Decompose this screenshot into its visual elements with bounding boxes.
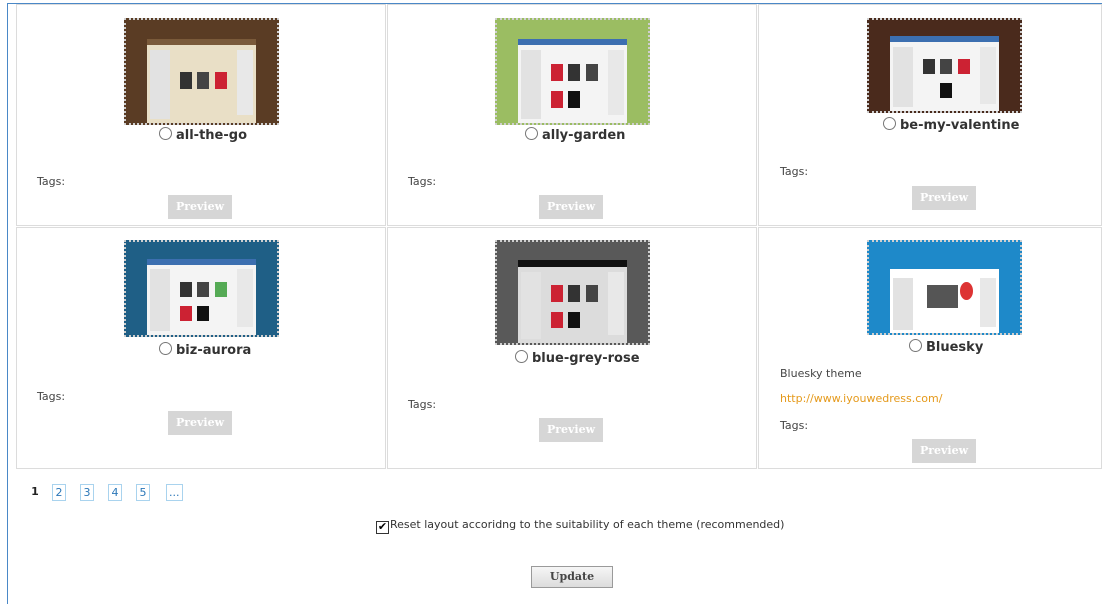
theme-name: biz-aurora (176, 343, 252, 358)
preview-button[interactable]: Preview (912, 186, 976, 210)
theme-name: ally-garden (542, 128, 626, 143)
page-3-link[interactable]: 3 (80, 484, 94, 501)
theme-card: be-my-valentine Tags: Preview (758, 4, 1102, 226)
theme-radio[interactable] (883, 117, 896, 130)
theme-thumbnail[interactable] (495, 18, 650, 125)
theme-card: all-the-go Tags: Preview (16, 4, 386, 226)
theme-name: be-my-valentine (900, 118, 1020, 133)
theme-thumbnail[interactable] (867, 240, 1022, 335)
preview-button[interactable]: Preview (539, 195, 603, 219)
preview-button[interactable]: Preview (912, 439, 976, 463)
theme-card: ally-garden Tags: Preview (387, 4, 757, 226)
theme-description: Bluesky theme (780, 367, 862, 380)
theme-option[interactable]: all-the-go (159, 127, 247, 143)
theme-option[interactable]: be-my-valentine (883, 117, 1019, 133)
theme-name: all-the-go (176, 128, 247, 143)
tags-label: Tags: (780, 419, 809, 432)
preview-button[interactable]: Preview (539, 418, 603, 442)
tags-label: Tags: (408, 398, 437, 411)
page-2-link[interactable]: 2 (52, 484, 66, 501)
page-more-link[interactable]: ... (166, 484, 183, 501)
preview-button[interactable]: Preview (168, 195, 232, 219)
theme-option[interactable]: Bluesky (909, 339, 983, 355)
theme-radio[interactable] (515, 350, 528, 363)
tags-label: Tags: (37, 175, 66, 188)
tags-label: Tags: (37, 390, 66, 403)
reset-layout-label: Reset layout accoridng to the suitabilit… (390, 518, 785, 531)
theme-radio[interactable] (909, 339, 922, 352)
theme-radio[interactable] (525, 127, 538, 140)
tags-label: Tags: (408, 175, 437, 188)
theme-thumbnail[interactable] (495, 240, 650, 345)
theme-thumbnail[interactable] (124, 240, 279, 337)
theme-card: biz-aurora Tags: Preview (16, 227, 386, 469)
theme-option[interactable]: biz-aurora (159, 342, 251, 358)
reset-layout-checkbox[interactable]: ✔ (376, 521, 389, 534)
theme-name: blue-grey-rose (532, 351, 640, 366)
page-4-link[interactable]: 4 (108, 484, 122, 501)
theme-name: Bluesky (926, 340, 984, 355)
theme-radio[interactable] (159, 342, 172, 355)
theme-option[interactable]: ally-garden (525, 127, 625, 143)
theme-url-link[interactable]: http://www.iyouwedress.com/ (780, 392, 942, 405)
theme-card: blue-grey-rose Tags: Preview (387, 227, 757, 469)
theme-thumbnail[interactable] (867, 18, 1022, 113)
page-5-link[interactable]: 5 (136, 484, 150, 501)
page-1-current: 1 (31, 485, 39, 498)
theme-option[interactable]: blue-grey-rose (515, 350, 640, 366)
preview-button[interactable]: Preview (168, 411, 232, 435)
theme-card: Bluesky Bluesky theme http://www.iyouwed… (758, 227, 1102, 469)
reset-layout-option: ✔ Reset layout accoridng to the suitabili… (376, 518, 784, 534)
tags-label: Tags: (780, 165, 809, 178)
theme-radio[interactable] (159, 127, 172, 140)
update-button[interactable]: Update (531, 566, 613, 588)
theme-thumbnail[interactable] (124, 18, 279, 125)
